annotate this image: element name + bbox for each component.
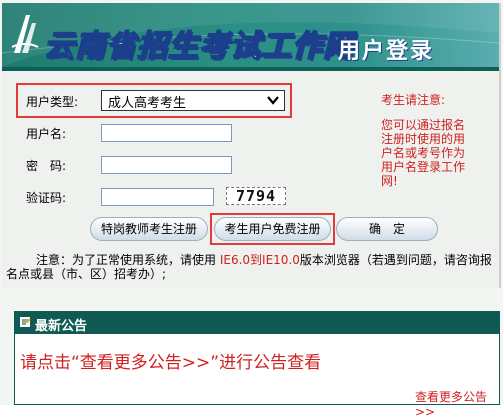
- notice-body: 您可以通过报名注册时使用的用户名或考号作为用户名登录工作网!: [381, 118, 466, 188]
- notebook-icon: [20, 317, 31, 327]
- browser-note: 注意：为了正常使用系统，请使用 IE6.0到IE10.0版本浏览器（若遇到问题，…: [6, 253, 496, 281]
- announcement-box: 最新公告 请点击“查看更多公告>>”进行公告查看 查看更多公告>>: [14, 311, 500, 419]
- username-label: 用户名:: [26, 127, 67, 141]
- captcha-input[interactable]: [101, 188, 214, 206]
- chevron-down-icon: [267, 96, 279, 105]
- page: 云南省招生考试工作网 用户登录 用户类型: 成人高考考生 用户名: 密 码: 验…: [0, 0, 503, 419]
- announcement-header: 最新公告: [15, 312, 499, 334]
- more-announcements-link[interactable]: 查看更多公告>>: [415, 388, 499, 419]
- user-type-select[interactable]: 成人高考考生: [101, 90, 285, 111]
- username-input[interactable]: [101, 124, 232, 142]
- announcement-title: 最新公告: [35, 319, 88, 334]
- panel-right-border: [499, 3, 501, 288]
- site-title: 云南省招生考试工作网: [43, 28, 354, 65]
- captcha-image[interactable]: 7794: [226, 187, 286, 205]
- note-versions: IE6.0到IE10.0: [219, 253, 300, 267]
- confirm-button[interactable]: 确 定: [336, 217, 438, 241]
- password-input[interactable]: [101, 156, 232, 174]
- user-type-label: 用户类型:: [26, 95, 79, 109]
- teacher-register-button[interactable]: 特岗教师考生注册: [90, 217, 208, 241]
- captcha-label: 验证码:: [26, 191, 67, 205]
- logo-icon: [11, 15, 39, 53]
- user-type-value: 成人高考考生: [108, 96, 187, 111]
- announcement-message: 请点击“查看更多公告>>”进行公告查看: [20, 353, 322, 373]
- note-prefix: 注意：为了正常使用系统，请使用: [36, 253, 220, 267]
- free-register-button[interactable]: 考生用户免费注册: [214, 217, 331, 241]
- header-banner: 云南省招生考试工作网 用户登录: [2, 3, 499, 67]
- notice-title: 考生请注意:: [381, 93, 446, 107]
- password-label: 密 码:: [26, 159, 67, 173]
- page-subtitle: 用户登录: [338, 39, 435, 64]
